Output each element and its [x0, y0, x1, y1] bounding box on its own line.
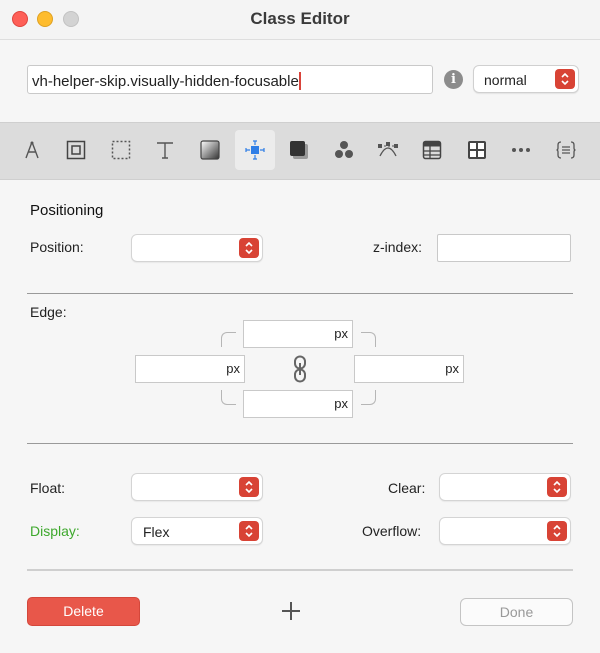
edge-top-unit: px	[334, 326, 348, 341]
tool-positioning[interactable]	[235, 130, 275, 170]
add-icon[interactable]	[280, 600, 302, 622]
positioning-icon	[245, 140, 265, 160]
tool-grid[interactable]	[412, 130, 452, 170]
float-select[interactable]	[131, 473, 263, 501]
edge-left-field[interactable]: px	[135, 355, 245, 383]
edge-bottom-unit: px	[334, 396, 348, 411]
footer-divider	[27, 569, 573, 571]
edge-right-unit: px	[445, 361, 459, 376]
overflow-select[interactable]	[439, 517, 571, 545]
circles-icon	[335, 141, 353, 158]
tool-typography[interactable]	[12, 130, 52, 170]
edge-bottom-field[interactable]: px	[243, 390, 353, 418]
display-label: Display:	[30, 523, 80, 539]
title-bar: Class Editor	[0, 0, 600, 40]
tool-text[interactable]	[145, 130, 185, 170]
tool-effects[interactable]	[324, 130, 364, 170]
shadow-icon	[290, 141, 308, 159]
state-select-stepper-icon	[555, 69, 575, 89]
state-select[interactable]: normal	[473, 65, 579, 93]
tool-transforms[interactable]	[368, 130, 408, 170]
zindex-label: z-index:	[373, 239, 423, 255]
delete-button[interactable]: Delete	[27, 597, 140, 626]
class-editor-window: Class Editor vh-helper-skip.visually-hid…	[0, 0, 600, 653]
style-category-toolbar	[0, 122, 600, 180]
edge-bracket-bottom-right	[361, 390, 376, 405]
overflow-label: Overflow:	[362, 523, 422, 539]
edge-right-field[interactable]: px	[354, 355, 464, 383]
tool-more[interactable]	[501, 130, 541, 170]
zindex-field[interactable]	[437, 234, 571, 262]
edge-label: Edge:	[30, 304, 67, 320]
edge-bracket-bottom-left	[221, 390, 236, 405]
position-label: Position:	[30, 239, 84, 255]
bezier-icon	[378, 142, 398, 157]
display-select[interactable]: Flex	[131, 517, 263, 545]
tool-background[interactable]	[190, 130, 230, 170]
grid-layout-icon	[468, 141, 486, 159]
position-stepper-icon	[239, 238, 259, 258]
tool-border[interactable]	[101, 130, 141, 170]
tool-box[interactable]	[56, 130, 96, 170]
more-icon	[512, 148, 530, 152]
display-select-value: Flex	[143, 524, 170, 540]
gradient-icon	[200, 140, 220, 160]
class-name-input[interactable]: vh-helper-skip.visually-hidden-focusable	[27, 65, 433, 94]
link-icon[interactable]	[292, 355, 308, 383]
class-name-text: vh-helper-skip.visually-hidden-focusable	[32, 73, 299, 90]
braces-icon	[556, 141, 576, 159]
table-icon	[422, 140, 442, 160]
dashed-border-icon	[111, 140, 131, 160]
state-select-value: normal	[484, 72, 527, 88]
clear-stepper-icon	[547, 477, 567, 497]
text-caret	[298, 72, 301, 90]
float-label: Float:	[30, 480, 66, 496]
clear-label: Clear:	[388, 480, 426, 496]
positioning-section-title: Positioning	[30, 202, 104, 219]
section-divider	[27, 293, 573, 294]
tool-shadow[interactable]	[279, 130, 319, 170]
box-model-icon	[66, 140, 86, 160]
done-button[interactable]: Done	[460, 598, 573, 626]
edge-bracket-top-left	[221, 332, 236, 347]
info-icon[interactable]: i	[444, 70, 463, 89]
tool-custom-css[interactable]	[546, 130, 586, 170]
edge-top-field[interactable]: px	[243, 320, 353, 348]
edge-bracket-top-right	[361, 332, 376, 347]
compass-icon	[25, 141, 39, 159]
edge-left-unit: px	[226, 361, 240, 376]
position-select[interactable]	[131, 234, 263, 262]
float-stepper-icon	[239, 477, 259, 497]
text-icon	[157, 142, 173, 159]
edge-divider	[27, 443, 573, 444]
overflow-stepper-icon	[547, 521, 567, 541]
clear-select[interactable]	[439, 473, 571, 501]
window-title: Class Editor	[250, 9, 350, 28]
tool-layout[interactable]	[457, 130, 497, 170]
display-stepper-icon	[239, 521, 259, 541]
